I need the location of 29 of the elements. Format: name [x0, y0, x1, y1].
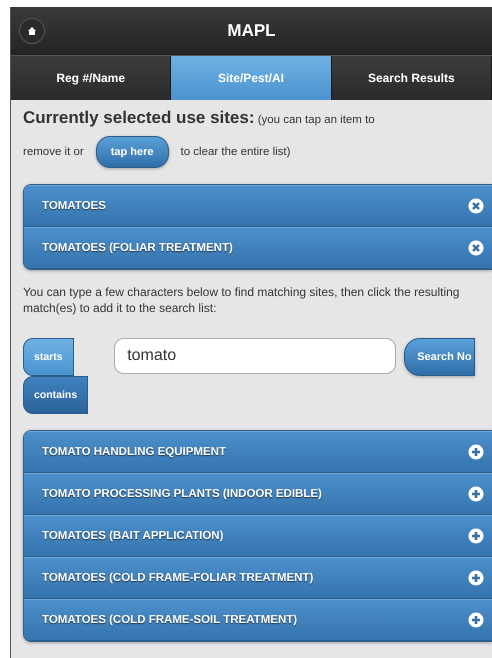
remove-icon[interactable] — [468, 198, 484, 214]
app-title: MAPL — [227, 21, 276, 41]
selected-site-item[interactable]: TOMATOES — [24, 185, 492, 227]
search-field[interactable]: tomato — [114, 338, 396, 374]
search-button[interactable]: Search No — [404, 338, 475, 376]
tab[interactable]: Search Results — [332, 56, 492, 100]
match-mode-button[interactable]: contains — [23, 376, 88, 414]
result-item[interactable]: TOMATOES (COLD FRAME-FOLIAR TREATMENT) — [24, 557, 492, 599]
add-icon[interactable] — [468, 444, 484, 460]
home-icon — [27, 26, 37, 36]
tab[interactable]: Reg #/Name — [11, 56, 172, 100]
result-item[interactable]: TOMATOES (COLD FRAME-SOIL TREATMENT) — [24, 599, 492, 641]
clear-list-button[interactable]: tap here — [96, 136, 169, 168]
instruction-text: to clear the entire list) — [180, 146, 290, 158]
instruction-text: remove it or — [23, 146, 84, 158]
tab[interactable]: Site/Pest/AI — [171, 56, 332, 100]
selected-site-item[interactable]: TOMATOES (FOLIAR TREATMENT) — [24, 227, 492, 269]
result-item[interactable]: TOMATOES (BAIT APPLICATION) — [24, 515, 492, 557]
add-icon[interactable] — [468, 528, 484, 544]
result-item[interactable]: TOMATO PROCESSING PLANTS (INDOOR EDIBLE) — [24, 473, 492, 515]
add-icon[interactable] — [468, 570, 484, 586]
match-mode-button[interactable]: starts — [23, 338, 74, 376]
remove-icon[interactable] — [468, 240, 484, 256]
result-item[interactable]: TOMATO HANDLING EQUIPMENT — [24, 431, 492, 473]
home-button[interactable] — [19, 18, 45, 44]
add-icon[interactable] — [468, 486, 484, 502]
add-icon[interactable] — [468, 612, 484, 628]
selected-sites-heading: Currently selected use sites: (you can tap an item to — [23, 108, 376, 129]
search-instructions: You can type a few characters below to find matching sites, then click the resulting match(es) to add it to the search list: — [23, 284, 460, 316]
